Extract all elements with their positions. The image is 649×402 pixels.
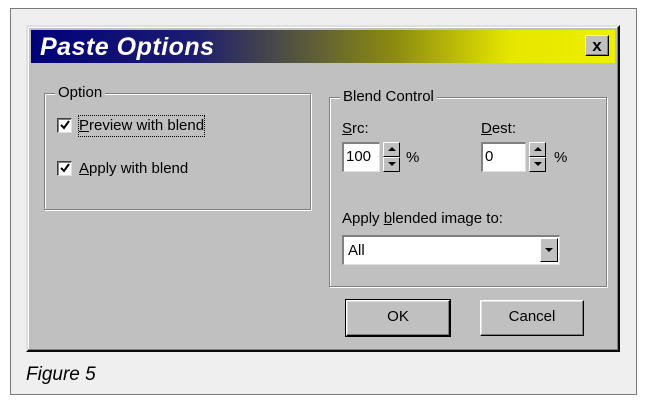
src-spinner[interactable] [383,142,400,172]
arrow-up-icon [534,147,542,151]
dialog-title: Paste Options [40,33,215,61]
dest-input[interactable]: 0 [481,142,526,172]
src-spin-up-button[interactable] [383,142,400,157]
apply-to-selected-value: All [348,242,365,259]
dest-unit: % [554,149,568,166]
apply-blended-image-label: Apply blended image to: [342,210,503,227]
paste-options-dialog: Paste Options x Option Preview with blen… [26,25,620,352]
close-icon: x [592,36,602,55]
checkmark-icon [60,163,70,173]
dest-spin-up-button[interactable] [529,142,546,157]
option-group: Option Preview with blend Apply with ble… [44,83,311,210]
preview-with-blend-checkbox[interactable] [57,118,72,133]
src-input[interactable]: 100 [342,142,380,172]
src-label: Src: [342,120,369,137]
apply-to-dropdown-button[interactable] [540,238,558,262]
src-unit: % [406,149,420,166]
dest-label: Dest: [481,120,517,137]
apply-with-blend-label: Apply with blend [79,160,189,177]
blend-control-legend: Blend Control [340,87,437,107]
apply-to-select[interactable]: All [342,235,560,265]
dest-spin-down-button[interactable] [529,157,546,172]
arrow-down-icon [388,162,396,166]
blend-control-group: Blend Control Src: 100 % Dest: 0 % Apply… [329,87,607,287]
dest-spinner[interactable] [529,142,546,172]
figure-caption: Figure 5 [26,364,96,385]
preview-with-blend-label: Preview with blend [77,115,206,137]
arrow-up-icon [388,147,396,151]
ok-button[interactable]: OK [345,299,451,337]
apply-with-blend-checkbox[interactable] [57,161,72,176]
arrow-down-icon [534,162,542,166]
close-button[interactable]: x [585,35,609,56]
title-bar[interactable]: Paste Options x [31,30,615,63]
checkmark-icon [60,120,70,130]
src-spin-down-button[interactable] [383,157,400,172]
option-group-legend: Option [55,83,106,103]
chevron-down-icon [545,248,553,252]
cancel-button[interactable]: Cancel [480,300,584,336]
